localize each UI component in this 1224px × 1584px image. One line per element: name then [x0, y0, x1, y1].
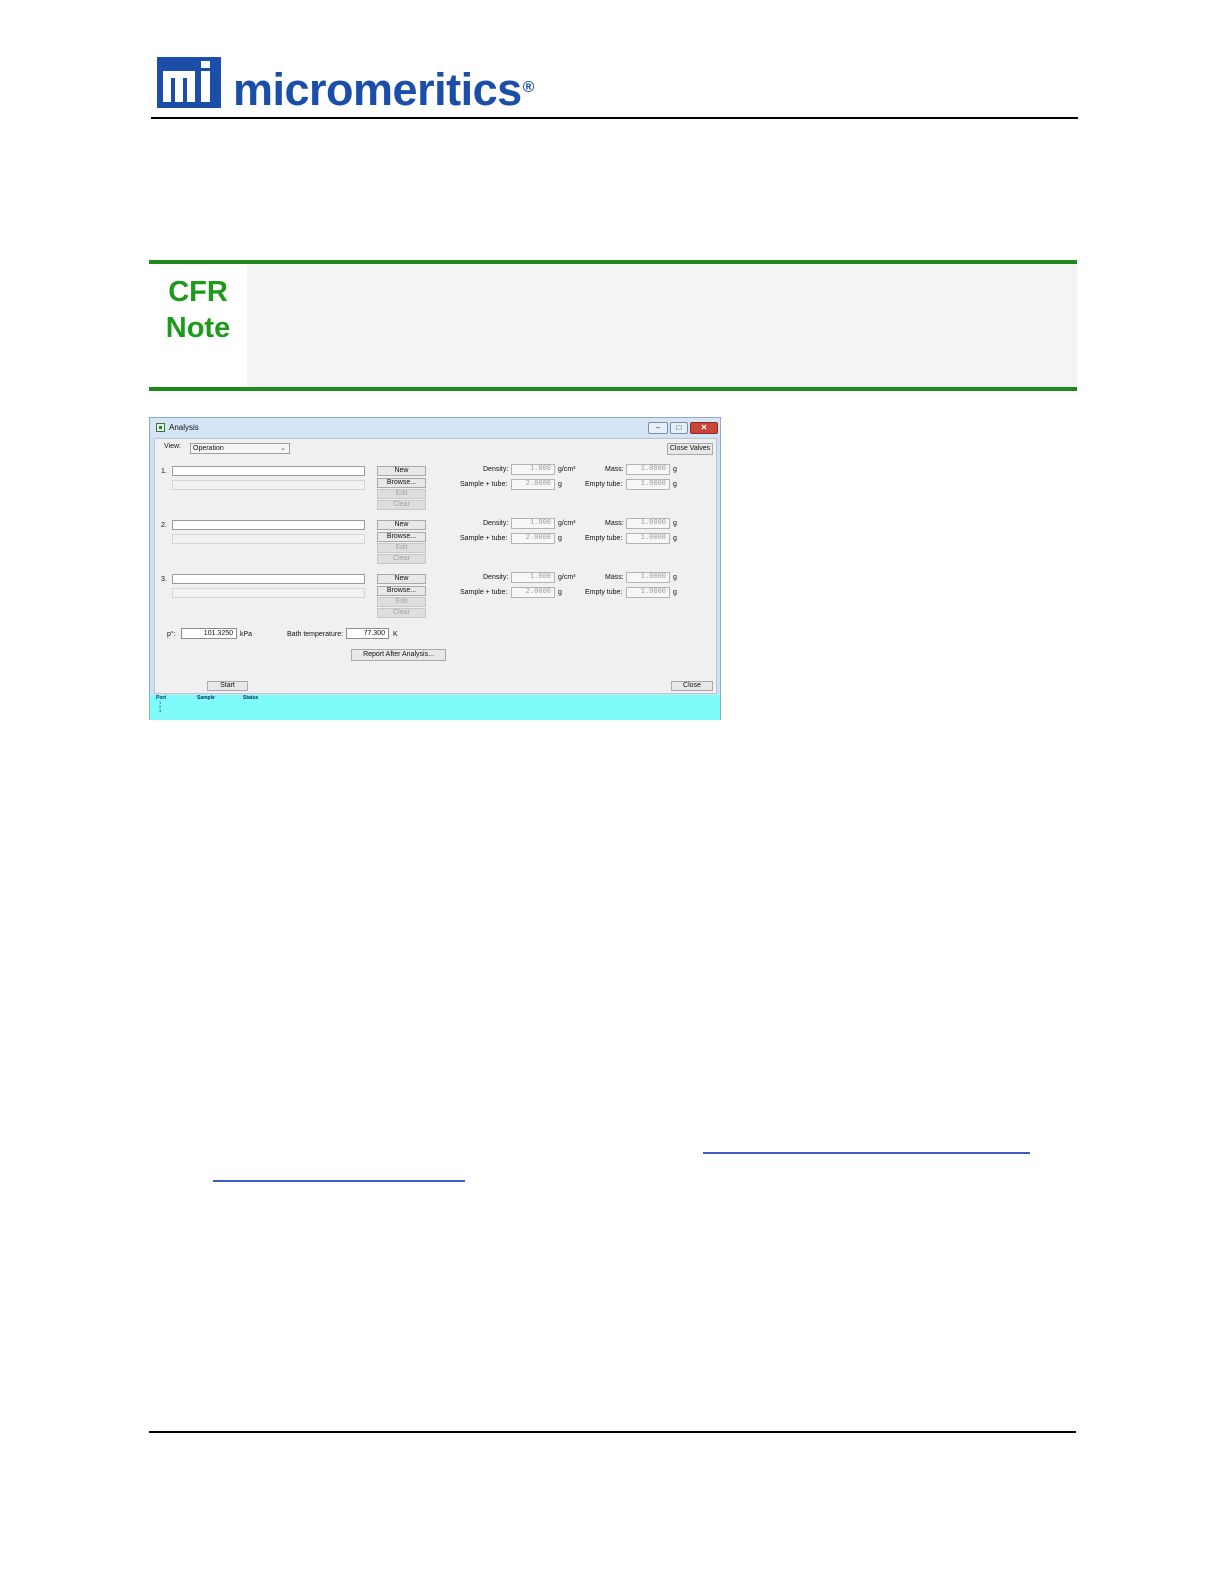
edit-button[interactable]: Edit	[377, 489, 426, 499]
browse-button[interactable]: Browse...	[377, 478, 426, 488]
mass-label: Mass:	[605, 574, 624, 581]
status-panel: Port Sample Status 1 2 3	[150, 695, 720, 720]
mass-unit: g	[673, 520, 677, 527]
density-unit: g/cm³	[558, 520, 576, 527]
bath-temperature-label: Bath temperature:	[287, 631, 344, 638]
density-field[interactable]: 1.000	[511, 572, 555, 583]
hyperlink-underline[interactable]	[703, 1152, 1030, 1154]
sample-tube-field[interactable]: 2.0000	[511, 533, 555, 544]
status-col-sample: Sample	[197, 695, 215, 701]
sample-file-field[interactable]	[172, 574, 365, 584]
density-unit: g/cm³	[558, 466, 576, 473]
empty-tube-field[interactable]: 1.0000	[626, 479, 670, 490]
mass-label: Mass:	[605, 466, 624, 473]
density-field[interactable]: 1.000	[511, 518, 555, 529]
mass-field[interactable]: 1.0000	[626, 518, 670, 529]
mi-logo-icon	[157, 57, 221, 108]
empty-tube-unit: g	[673, 589, 677, 596]
browse-button[interactable]: Browse...	[377, 586, 426, 596]
analysis-window: Analysis – □ ✕ View: Operation ⌄ Close Va…	[149, 417, 721, 720]
edit-button[interactable]: Edit	[377, 597, 426, 607]
micromeritics-logo: micromeritics®	[157, 56, 534, 112]
port-number: 1.	[161, 468, 167, 475]
mass-unit: g	[673, 574, 677, 581]
view-label: View:	[164, 443, 181, 450]
bath-temperature-field[interactable]: 77.300	[346, 628, 389, 639]
chevron-down-icon: ⌄	[280, 445, 286, 452]
sample-tube-label: Sample + tube:	[460, 481, 508, 488]
p0-unit: kPa	[240, 631, 253, 638]
p0-field[interactable]: 101.3250	[181, 628, 237, 639]
port-number: 2.	[161, 522, 167, 529]
empty-tube-unit: g	[673, 481, 677, 488]
status-port-list: 1 2 3	[159, 700, 162, 713]
empty-tube-label: Empty tube:	[585, 589, 623, 596]
sample-tube-unit: g	[558, 589, 562, 596]
sample-tube-label: Sample + tube:	[460, 589, 508, 596]
p0-label: p°:	[167, 631, 176, 638]
density-label: Density:	[483, 466, 509, 473]
clear-button[interactable]: Clear	[377, 608, 426, 618]
close-window-button[interactable]: ✕	[690, 422, 718, 434]
empty-tube-field[interactable]: 1.0000	[626, 533, 670, 544]
view-select[interactable]: Operation ⌄	[190, 443, 290, 454]
window-client-area: View: Operation ⌄ Close Valves 1. New Bro…	[154, 438, 717, 694]
edit-button[interactable]: Edit	[377, 543, 426, 553]
sample-tube-unit: g	[558, 481, 562, 488]
app-icon	[156, 423, 165, 432]
cfr-note-box: CFR Note	[149, 260, 1077, 391]
sample-description-field	[172, 588, 365, 598]
cfr-note-label-area: CFR Note	[149, 264, 247, 387]
mass-unit: g	[673, 466, 677, 473]
report-after-analysis-button[interactable]: Report After Analysis...	[351, 649, 446, 661]
header-rule	[151, 117, 1078, 119]
minimize-button[interactable]: –	[648, 422, 668, 434]
new-button[interactable]: New	[377, 466, 426, 476]
close-valves-button[interactable]: Close Valves	[667, 443, 713, 455]
empty-tube-label: Empty tube:	[585, 481, 623, 488]
mass-label: Mass:	[605, 520, 624, 527]
status-col-status: Status	[243, 695, 259, 701]
empty-tube-field[interactable]: 1.0000	[626, 587, 670, 598]
cfr-note-label: CFR Note	[165, 276, 231, 344]
new-button[interactable]: New	[377, 520, 426, 530]
density-label: Density:	[483, 574, 509, 581]
sample-tube-field[interactable]: 2.0000	[511, 479, 555, 490]
clear-button[interactable]: Clear	[377, 554, 426, 564]
empty-tube-unit: g	[673, 535, 677, 542]
mass-field[interactable]: 1.0000	[626, 464, 670, 475]
start-button[interactable]: Start	[207, 681, 248, 691]
new-button[interactable]: New	[377, 574, 426, 584]
title-bar: Analysis – □ ✕	[150, 418, 720, 437]
maximize-button[interactable]: □	[670, 422, 688, 434]
sample-file-field[interactable]	[172, 466, 365, 476]
clear-button[interactable]: Clear	[377, 500, 426, 510]
sample-file-field[interactable]	[172, 520, 365, 530]
sample-tube-field[interactable]: 2.0000	[511, 587, 555, 598]
close-button[interactable]: Close	[671, 681, 713, 691]
hyperlink-underline[interactable]	[213, 1180, 465, 1182]
sample-description-field	[172, 534, 365, 544]
window-title: Analysis	[169, 423, 199, 432]
density-field[interactable]: 1.000	[511, 464, 555, 475]
footer-rule	[149, 1431, 1076, 1433]
brand-name: micromeritics®	[233, 64, 534, 115]
sample-tube-unit: g	[558, 535, 562, 542]
browse-button[interactable]: Browse...	[377, 532, 426, 542]
port-number: 3.	[161, 576, 167, 583]
density-label: Density:	[483, 520, 509, 527]
density-unit: g/cm³	[558, 574, 576, 581]
empty-tube-label: Empty tube:	[585, 535, 623, 542]
bath-temperature-unit: K	[393, 631, 398, 638]
sample-description-field	[172, 480, 365, 490]
sample-tube-label: Sample + tube:	[460, 535, 508, 542]
mass-field[interactable]: 1.0000	[626, 572, 670, 583]
